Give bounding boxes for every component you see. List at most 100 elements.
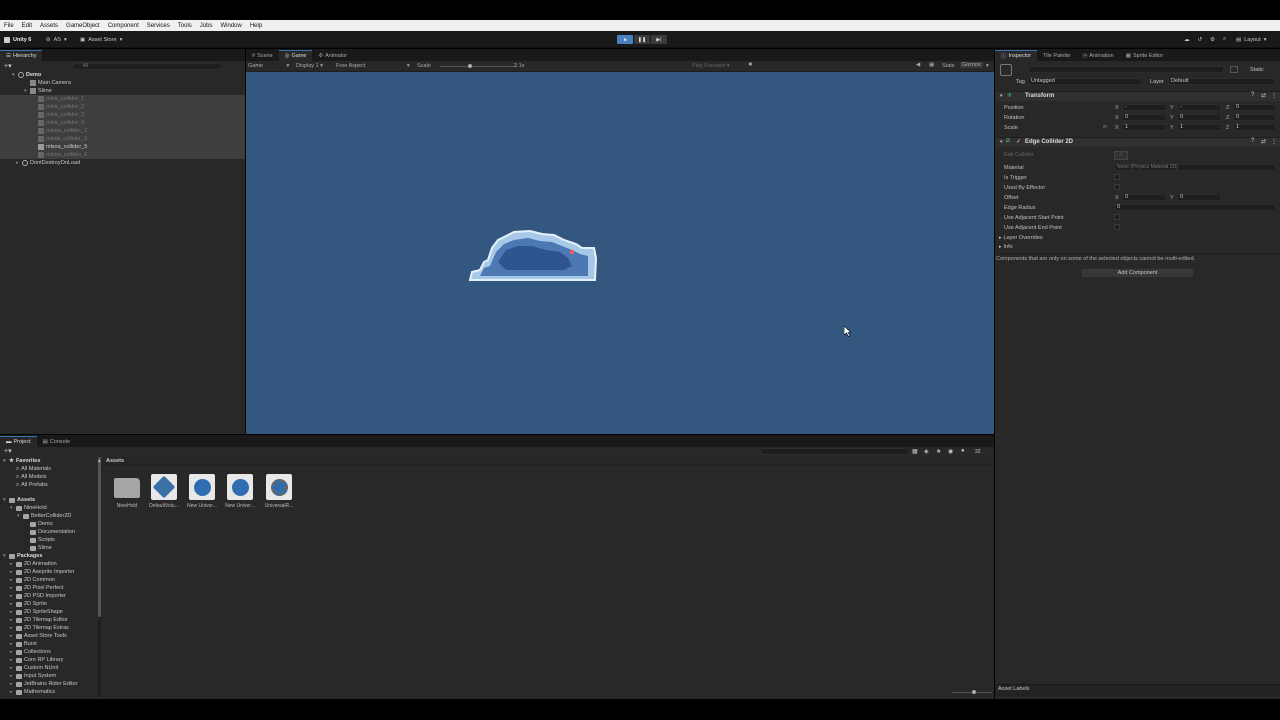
edge-radius-field[interactable]: 0 — [1114, 204, 1276, 211]
asset-tile-ninehold[interactable]: NineHold — [112, 474, 142, 509]
list-item[interactable]: Slime — [0, 544, 100, 552]
more-icon[interactable]: ⋮ — [1271, 92, 1277, 99]
position-y-field[interactable]: - — [1177, 104, 1221, 111]
info-row[interactable]: ▸ Info — [999, 242, 1013, 251]
preset-icon[interactable]: ⇄ — [1261, 138, 1266, 145]
is-trigger-checkbox[interactable] — [1114, 174, 1120, 180]
tab-inspector[interactable]: ⓘ Inspector — [995, 50, 1038, 61]
hidden-packages-icon[interactable]: ● — [961, 448, 965, 454]
search-icon[interactable]: ⌕ — [1223, 36, 1226, 43]
list-item[interactable]: ▾ Demo — [0, 71, 245, 79]
pause-button[interactable]: ❚❚ — [634, 35, 650, 44]
tab-project[interactable]: ▬ Project — [0, 436, 37, 447]
menu-edit[interactable]: Edit — [22, 23, 32, 29]
history-icon[interactable]: ↺ — [1198, 37, 1203, 43]
list-item[interactable]: ▸ DontDestroyOnLoad — [0, 159, 245, 167]
label-icon[interactable]: ◈ — [924, 448, 929, 455]
adj-start-checkbox[interactable] — [1114, 214, 1120, 220]
collapse-icon[interactable]: ▴ — [98, 458, 101, 464]
list-item[interactable]: Main Camera — [0, 79, 245, 87]
list-item[interactable]: ▾ Slime — [0, 87, 245, 95]
object-name-field[interactable] — [1028, 66, 1224, 73]
layout-dropdown[interactable]: ▤ Layout ▾ — [1236, 35, 1266, 44]
gizmos-toggle[interactable]: Gizmos — [960, 62, 983, 68]
asset-store-button[interactable]: ▣ Asset Store ▾ — [80, 35, 122, 44]
list-item[interactable]: ▸ 2D Sprite — [0, 600, 100, 608]
add-icon[interactable]: +▾ — [4, 62, 12, 70]
asset-tile-urp-asset-2[interactable]: New Univer... — [225, 474, 255, 509]
layer-overrides-row[interactable]: ▸ Layer Overrides — [999, 233, 1043, 242]
edit-collider-button[interactable]: ⟋ — [1114, 151, 1128, 160]
stats-toggle[interactable]: Stats — [942, 63, 955, 69]
list-item[interactable]: mlsoa_collider_5 — [0, 143, 245, 151]
visibility-icon[interactable]: ◉ — [948, 448, 953, 455]
menu-services[interactable]: Services — [147, 23, 170, 29]
list-item[interactable]: mlns_collider_1 — [0, 95, 245, 103]
hierarchy-search-input[interactable]: All — [71, 62, 222, 70]
list-item[interactable]: ▾ NineHold — [0, 504, 100, 512]
list-item[interactable]: mlsok_collider_3 — [0, 135, 245, 143]
material-field[interactable]: None (Physics Material 2D) — [1114, 164, 1276, 171]
game-view[interactable] — [246, 72, 994, 434]
tab-animator[interactable]: ✣ Animator — [312, 50, 353, 61]
list-item[interactable]: ▸ Core RP Library — [0, 656, 100, 664]
scale-z-field[interactable]: 1 — [1233, 124, 1276, 131]
account-button[interactable]: Unity 6 — [4, 35, 31, 44]
position-z-field[interactable]: 0 — [1233, 104, 1276, 111]
used-by-effector-checkbox[interactable] — [1114, 184, 1120, 190]
link-icon[interactable]: ∞ — [1103, 124, 1107, 130]
list-item[interactable]: ⌕ All Materials — [0, 465, 100, 473]
list-item[interactable]: ▸ 2D Animation — [0, 560, 100, 568]
aspect-dropdown[interactable]: Free Aspect ▾ — [336, 63, 410, 69]
settings-icon[interactable]: ⚙ — [1210, 37, 1215, 43]
list-item[interactable]: ▸ Mathematics — [0, 688, 100, 696]
collab-icon[interactable]: ☁ — [1184, 37, 1190, 43]
more-icon[interactable]: ⋮ — [1271, 138, 1277, 145]
play-button[interactable]: ■ — [617, 35, 633, 44]
tree-scrollbar[interactable] — [98, 457, 101, 697]
list-item[interactable]: Demo — [0, 520, 100, 528]
list-item[interactable]: ▾ BetterCollider2D — [0, 512, 100, 520]
icon-size-slider[interactable] — [952, 690, 992, 694]
add-component-button[interactable]: Add Component — [1081, 268, 1194, 278]
list-item[interactable]: ▸ 2D SpriteShape — [0, 608, 100, 616]
list-item[interactable]: Documentation — [0, 528, 100, 536]
tab-animation[interactable]: ◷ Animation — [1076, 50, 1119, 61]
shortcuts-icon[interactable]: ▦ — [929, 62, 934, 68]
step-button[interactable]: ▶| — [651, 35, 667, 44]
list-item[interactable]: ⌕ All Models — [0, 473, 100, 481]
favorites-header[interactable]: ▾ ★ Favorites — [0, 457, 100, 465]
star-icon[interactable]: ★ — [936, 448, 941, 455]
packages-header[interactable]: ▾ Packages — [0, 552, 100, 560]
rotation-y-field[interactable]: 0 — [1177, 114, 1221, 121]
filter-icon[interactable]: ▦ — [912, 448, 918, 455]
tag-dropdown[interactable]: Untagged — [1028, 78, 1142, 85]
list-item[interactable]: ▸ 2D Common — [0, 576, 100, 584]
project-search-input[interactable] — [760, 448, 910, 455]
adj-end-checkbox[interactable] — [1114, 224, 1120, 230]
enabled-checkbox[interactable]: ✓ — [1016, 138, 1021, 145]
list-item[interactable]: ▸ 2D PSD Importer — [0, 592, 100, 600]
static-checkbox[interactable] — [1230, 66, 1238, 73]
list-item[interactable]: ▸ 2D Tilemap Extras — [0, 624, 100, 632]
offset-y-field[interactable]: 0 — [1177, 194, 1221, 201]
menu-assets[interactable]: Assets — [40, 23, 58, 29]
menu-window[interactable]: Window — [220, 23, 241, 29]
list-item[interactable]: mlns_collider_4 — [0, 119, 245, 127]
tab-tile-palette[interactable]: Tile Palette — [1037, 50, 1076, 61]
help-icon[interactable]: ? — [1251, 138, 1254, 144]
help-icon[interactable]: ? — [1251, 92, 1254, 98]
list-item[interactable]: mlsoa_collider_6 — [0, 151, 245, 159]
slider-thumb[interactable] — [972, 690, 976, 694]
game-dropdown[interactable]: Game ▾ — [248, 63, 289, 69]
tab-sprite-editor[interactable]: ▦ Sprite Editor — [1120, 50, 1169, 61]
menu-jobs[interactable]: Jobs — [200, 23, 213, 29]
asset-tile-universal-renderer[interactable]: UniversalR... — [264, 474, 294, 509]
menu-tools[interactable]: Tools — [178, 23, 192, 29]
list-item[interactable]: ▸ 2D Pixel Perfect — [0, 584, 100, 592]
play-focused-dropdown[interactable]: Play Focused ▾ — [692, 63, 730, 69]
list-item[interactable]: ▸ 2D Tilemap Editor — [0, 616, 100, 624]
tab-hierarchy[interactable]: ☰ Hierarchy — [0, 50, 43, 61]
menu-gameobject[interactable]: GameObject — [66, 23, 100, 29]
rotation-x-field[interactable]: 0 — [1122, 114, 1166, 121]
